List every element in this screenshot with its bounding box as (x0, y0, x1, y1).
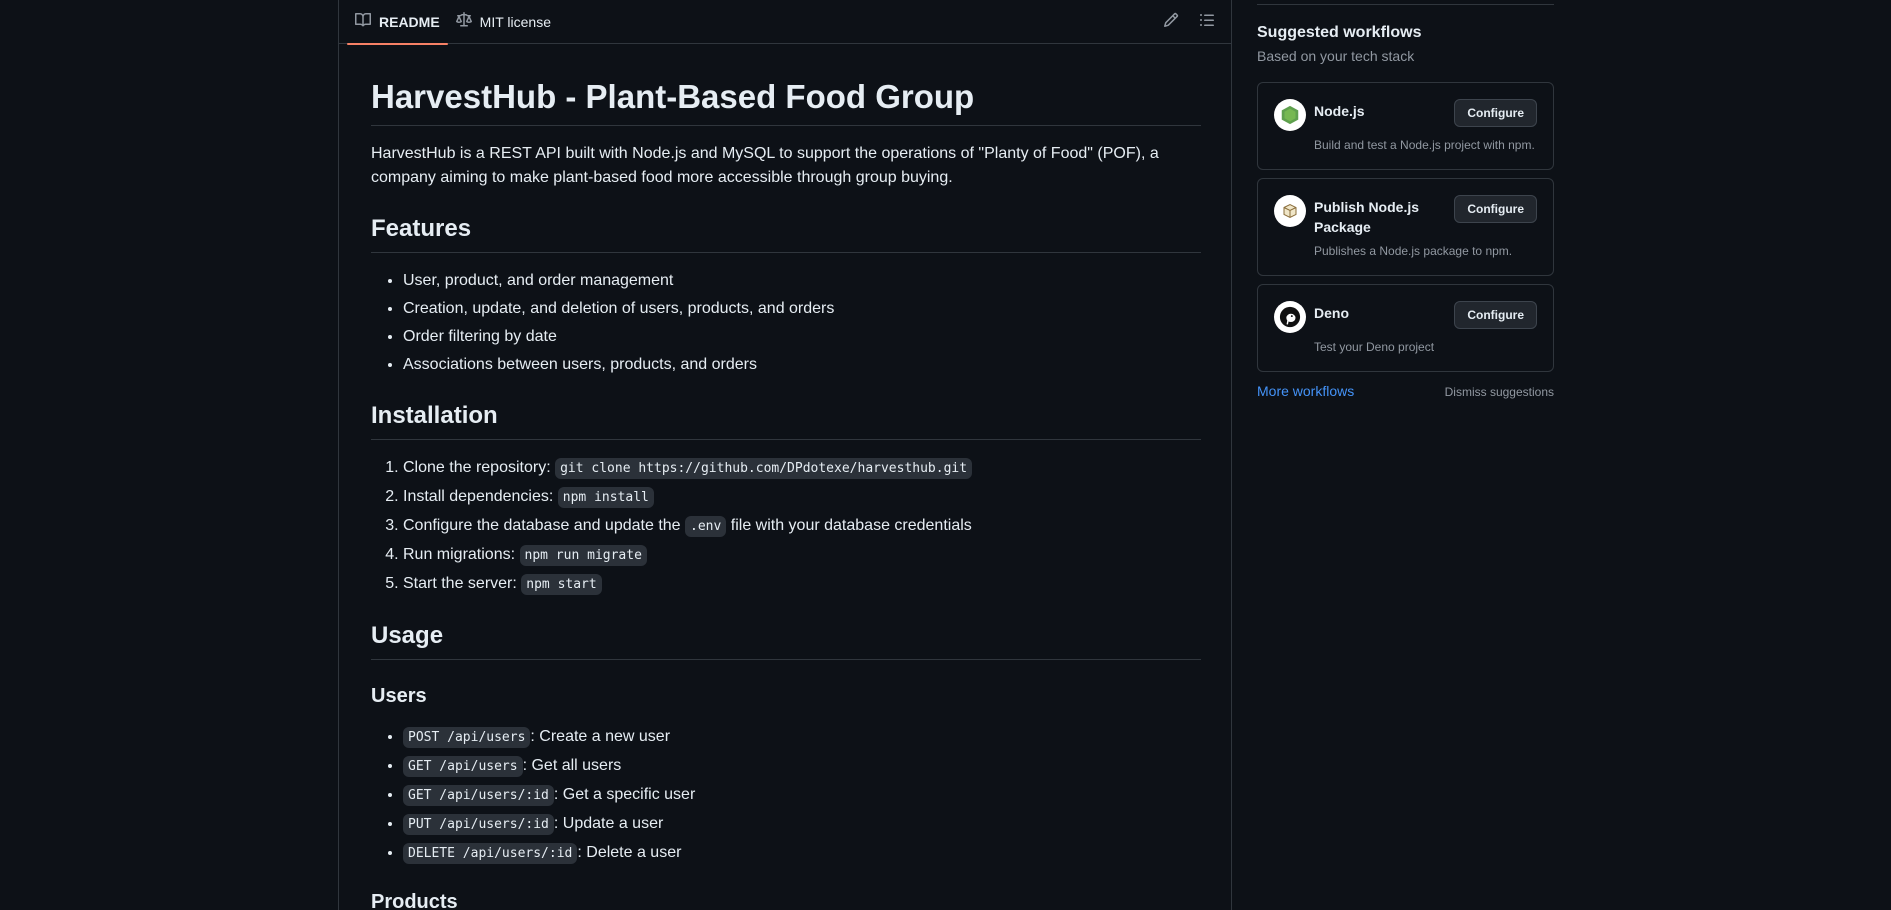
workflow-description: Test your Deno project (1314, 340, 1435, 354)
products-heading: Products (371, 890, 458, 910)
step-text-after: file with your database credentials (726, 516, 972, 534)
workflow-name: Publish Node.js Package (1314, 199, 1420, 235)
inline-code: DELETE /api/users/:id (403, 842, 578, 864)
inline-code: git clone https://github.com/DPdotexe/ha… (555, 457, 973, 479)
inline-code: GET /api/users/:id (403, 784, 554, 806)
configure-button[interactable]: Configure (1454, 195, 1537, 223)
list-item: Creation, update, and deletion of users,… (403, 297, 1201, 321)
list-item: DELETE /api/users/:id: Delete a user (403, 841, 1201, 866)
workflow-card-deno: Deno Configure Test your Deno project (1257, 284, 1554, 372)
step-text: Clone the repository: (403, 458, 556, 476)
deno-icon (1274, 301, 1306, 333)
list-item: POST /api/users: Create a new user (403, 725, 1201, 750)
sidebar-subtitle: Based on your tech stack (1257, 48, 1415, 64)
readme-actions (1155, 8, 1223, 36)
tab-readme-label: README (379, 13, 440, 30)
step-text: Configure the database and update the (403, 516, 685, 534)
list-item: Associations between users, products, an… (403, 353, 1201, 377)
workflow-name: Node.js (1314, 103, 1365, 119)
readme-title: HarvestHub - Plant-Based Food Group (371, 44, 1201, 126)
list-item: PUT /api/users/:id: Update a user (403, 812, 1201, 837)
inline-code: npm run migrate (519, 544, 647, 566)
endpoint-description: : Create a new user (530, 727, 671, 745)
installation-heading: Installation (371, 401, 1201, 440)
list-item: Run migrations: npm run migrate (403, 543, 1201, 568)
workflow-card-publish-nodejs: Publish Node.js Package Configure Publis… (1257, 178, 1554, 276)
package-icon (1274, 195, 1306, 227)
list-item: Install dependencies: npm install (403, 485, 1201, 510)
readme-intro: HarvestHub is a REST API built with Node… (371, 144, 1159, 186)
installation-steps: Clone the repository: git clone https://… (371, 456, 1201, 597)
list-item: GET /api/users/:id: Get a specific user (403, 783, 1201, 808)
list-item: Configure the database and update the .e… (403, 514, 1201, 539)
tab-license-label: MIT license (479, 13, 551, 30)
sidebar-title: Suggested workflows (1257, 24, 1422, 41)
step-text: Install dependencies: (403, 487, 558, 505)
readme-content: HarvestHub - Plant-Based Food Group Harv… (371, 44, 1201, 910)
inline-code: npm install (557, 486, 654, 508)
configure-button[interactable]: Configure (1454, 301, 1537, 329)
book-icon (355, 12, 372, 31)
users-endpoints-list: POST /api/users: Create a new user GET /… (371, 725, 1201, 866)
list-item: Clone the repository: git clone https://… (403, 456, 1201, 481)
workflow-name: Deno (1314, 305, 1349, 321)
divider (1257, 4, 1554, 5)
inline-code: npm start (521, 573, 602, 595)
list-item: Order filtering by date (403, 325, 1201, 349)
pencil-icon (1163, 12, 1179, 33)
inline-code: PUT /api/users/:id (403, 813, 554, 835)
list-item: Start the server: npm start (403, 572, 1201, 597)
features-list: User, product, and order management Crea… (371, 269, 1201, 377)
nodejs-icon (1274, 99, 1306, 131)
usage-heading: Usage (371, 621, 1201, 660)
endpoint-description: : Delete a user (577, 843, 682, 861)
list-unordered-icon (1199, 12, 1215, 33)
more-workflows-link[interactable]: More workflows (1257, 383, 1354, 399)
readme-header: README MIT license (339, 0, 1231, 45)
endpoint-description: : Update a user (553, 814, 664, 832)
step-text: Start the server: (403, 574, 522, 592)
tab-readme[interactable]: README (347, 0, 448, 45)
workflow-card-nodejs: Node.js Configure Build and test a Node.… (1257, 82, 1554, 170)
dismiss-suggestions-link[interactable]: Dismiss suggestions (1445, 385, 1554, 399)
features-heading: Features (371, 214, 1201, 253)
endpoint-description: : Get a specific user (553, 785, 696, 803)
inline-code: POST /api/users (403, 726, 531, 748)
readme-panel: README MIT license HarvestHub - Plant-Ba… (338, 0, 1232, 910)
inline-code: GET /api/users (403, 755, 523, 777)
law-icon (455, 12, 472, 31)
users-heading: Users (371, 684, 427, 707)
list-item: User, product, and order management (403, 269, 1201, 293)
step-text: Run migrations: (403, 545, 520, 563)
configure-button[interactable]: Configure (1454, 99, 1537, 127)
workflow-description: Publishes a Node.js package to npm. (1314, 244, 1513, 258)
outline-button[interactable] (1191, 8, 1223, 36)
tab-license[interactable]: MIT license (448, 0, 559, 44)
edit-readme-button[interactable] (1155, 8, 1187, 36)
inline-code: .env (685, 515, 727, 537)
list-item: GET /api/users: Get all users (403, 754, 1201, 779)
workflow-description: Build and test a Node.js project with np… (1314, 138, 1535, 152)
endpoint-description: : Get all users (522, 756, 622, 774)
